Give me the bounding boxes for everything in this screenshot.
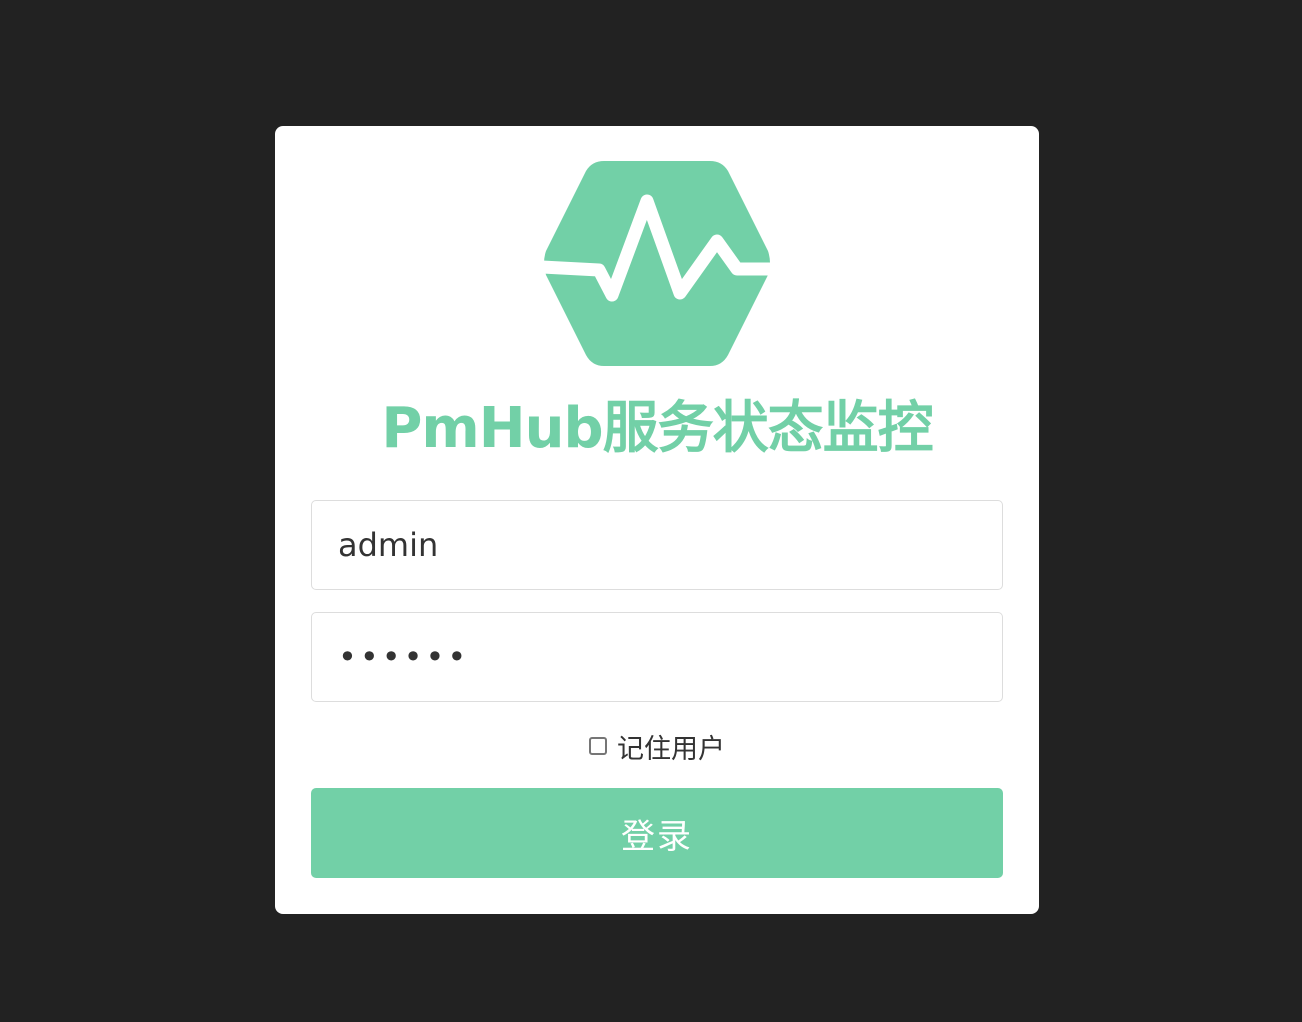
page-title: PmHub服务状态监控	[381, 396, 933, 461]
password-input[interactable]	[311, 612, 1003, 702]
login-button[interactable]: 登录	[311, 788, 1003, 878]
checkbox-unchecked-icon[interactable]	[589, 737, 607, 755]
remember-user-label[interactable]: 记住用户	[617, 727, 725, 766]
username-input[interactable]	[311, 500, 1003, 590]
remember-user-row[interactable]: 记住用户	[275, 726, 1039, 766]
pmhub-logo-icon	[535, 161, 779, 366]
login-card: PmHub服务状态监控 记住用户 登录	[275, 126, 1039, 914]
